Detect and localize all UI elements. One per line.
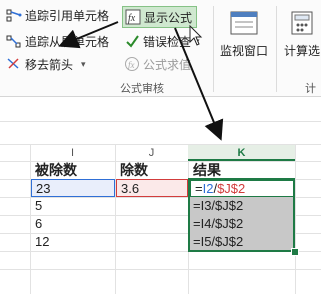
fill-handle[interactable] — [291, 248, 299, 256]
cell-i5[interactable]: 12 — [31, 233, 115, 251]
remove-arrows-button[interactable]: 移去箭头 ▾ — [6, 55, 86, 73]
formula-ref-i2: I2 — [202, 181, 214, 196]
group-divider — [213, 6, 214, 92]
show-formulas-icon: fx — [125, 9, 141, 25]
gridline — [0, 251, 321, 252]
trace-precedents-button[interactable]: 追踪引用单元格 — [6, 6, 109, 24]
cell-k5[interactable]: =I5/$J$2 — [189, 233, 295, 251]
cell-i3[interactable]: 5 — [31, 197, 115, 215]
header-cell-divisor[interactable]: 除数 — [116, 161, 188, 179]
cell-i4[interactable]: 6 — [31, 215, 115, 233]
watch-window-button[interactable]: 监视窗口 — [220, 10, 268, 59]
show-formulas-label: 显示公式 — [144, 10, 193, 25]
chevron-down-icon[interactable]: ▾ — [195, 36, 200, 47]
error-check-icon — [124, 33, 140, 49]
formula-auditing-group-label: 公式审核 — [120, 83, 164, 95]
gridline — [0, 269, 321, 270]
cell-k4[interactable]: =I4/$J$2 — [189, 215, 295, 233]
cell-i2[interactable]: 23 — [31, 179, 115, 197]
calculator-icon — [289, 10, 315, 39]
error-checking-button[interactable]: 错误检查 ▾ — [124, 32, 200, 50]
column-header-i[interactable]: I — [30, 145, 115, 161]
gridline — [295, 144, 296, 294]
chevron-down-icon[interactable]: ▾ — [81, 59, 86, 70]
watch-window-label: 监视窗口 — [220, 44, 269, 58]
header-cell-dividend[interactable]: 被除数 — [31, 161, 115, 179]
group-divider — [276, 6, 277, 92]
trace-precedents-label: 追踪引用单元格 — [25, 8, 110, 23]
worksheet: I J K 被除数 除数 结果 23 3.6 =I2/$J$2 5 =I3/$J… — [0, 97, 321, 294]
trace-precedents-icon — [6, 7, 22, 23]
cell-k3[interactable]: =I3/$J$2 — [189, 197, 295, 215]
evaluate-formula-button[interactable]: fx 公式求值 — [124, 55, 191, 73]
calculation-group-label: 计 — [305, 83, 316, 95]
cell-j2[interactable]: 3.6 — [116, 179, 188, 197]
gridline — [0, 121, 321, 122]
evaluate-formula-icon: fx — [124, 56, 140, 72]
watch-window-icon — [229, 10, 259, 39]
ribbon: 追踪引用单元格 追踪从属单元格 移去箭头 ▾ fx 显示公式 错误检查 ▾ fx… — [0, 0, 321, 97]
trace-dependents-button[interactable]: 追踪从属单元格 — [6, 32, 109, 50]
header-cell-result[interactable]: 结果 — [189, 161, 295, 179]
column-header-k[interactable]: K — [188, 145, 295, 161]
svg-text:fx: fx — [128, 13, 136, 24]
trace-dependents-icon — [6, 33, 22, 49]
column-header-j[interactable]: J — [115, 145, 188, 161]
trace-dependents-label: 追踪从属单元格 — [25, 34, 110, 49]
show-formulas-button[interactable]: fx 显示公式 — [122, 6, 198, 28]
remove-arrows-label: 移去箭头 — [25, 57, 74, 72]
error-checking-label: 错误检查 — [143, 34, 192, 49]
formula-equals: = — [195, 181, 203, 196]
svg-text:fx: fx — [128, 60, 135, 70]
calculation-options-button[interactable]: 计算选 — [284, 10, 320, 59]
remove-arrows-icon — [6, 56, 22, 72]
calculation-options-label: 计算选 — [284, 44, 321, 58]
formula-ref-j2: $J$2 — [217, 181, 246, 196]
cell-k2-active[interactable]: =I2/$J$2 — [189, 179, 295, 198]
evaluate-formula-label: 公式求值 — [143, 57, 192, 72]
